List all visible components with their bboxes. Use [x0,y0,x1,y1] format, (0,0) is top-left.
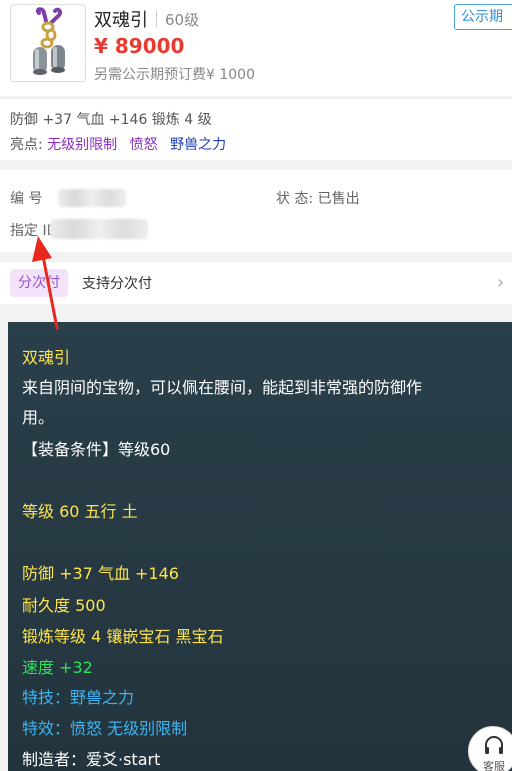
desc-title: 双魂引 [22,348,71,367]
item-description-panel: 双魂引 来自阴间的宝物，可以佩在腰间，能起到非常强的防御作 用。 【装备条件】等… [8,322,512,771]
serial-value-blurred [58,189,126,207]
serial-label: 编 号 [10,191,43,207]
maker-line: 制造者：爱爻·start [22,750,161,769]
installment-tag: 分次付 [10,269,68,297]
level-element-line: 等级 60 五行 土 [22,502,138,521]
status-row: 状 态: 已售出 [276,188,360,208]
highlight-tag: 无级别限制 [47,137,118,153]
item-price: ¥ 89000 [94,34,185,58]
id-value-blurred [50,219,148,239]
durability-line: 耐久度 500 [22,596,106,615]
item-header: 双魂引 60级 ¥ 89000 另需公示期预订费¥ 1000 公示期 [0,0,512,96]
stats-summary: 防御 +37 气血 +146 锻炼 4 级 [10,112,212,128]
forge-gem-line: 锻炼等级 4 镶嵌宝石 黑宝石 [22,627,224,646]
customer-service-label: 客服 [483,760,505,771]
reservation-fee: 另需公示期预订费¥ 1000 [94,67,255,83]
item-image[interactable] [10,4,86,82]
chevron-right-icon: › [497,272,505,293]
special-effect-line: 特效：愤怒 无级别限制 [22,719,188,738]
highlights-label: 亮点: [10,137,43,153]
desc-text-2: 用。 [22,408,55,427]
equip-requirement: 【装备条件】等级60 [22,440,171,459]
status-value: 已售出 [317,191,360,207]
public-period-button[interactable]: 公示期 [454,4,512,30]
item-name: 双魂引 [94,10,148,31]
desc-text-1: 来自阴间的宝物，可以佩在腰间，能起到非常强的防御作 [22,378,423,397]
info-section: 编 号 状 态: 已售出 指定 ID [0,170,512,252]
jade-pendant-icon [33,7,65,75]
installment-text: 支持分次付 [82,276,152,292]
highlight-tag: 愤怒 [129,137,158,153]
special-skill-line: 特技：野兽之力 [22,688,135,707]
customer-service-button[interactable]: 客服 [468,726,512,771]
title-divider [156,11,157,27]
item-level: 60级 [165,10,200,29]
status-label: 状 态: [276,191,314,207]
speed-line: 速度 +32 [22,658,93,677]
headset-icon [485,736,503,754]
installment-row[interactable]: 分次付 支持分次付 › [0,262,512,304]
stats-section: 防御 +37 气血 +146 锻炼 4 级 亮点: 无级别限制 愤怒 野兽之力 [0,98,512,160]
highlights-row: 亮点: 无级别限制 愤怒 野兽之力 [10,134,234,154]
defense-hp-line: 防御 +37 气血 +146 [22,564,179,583]
highlight-tag: 野兽之力 [170,137,227,153]
